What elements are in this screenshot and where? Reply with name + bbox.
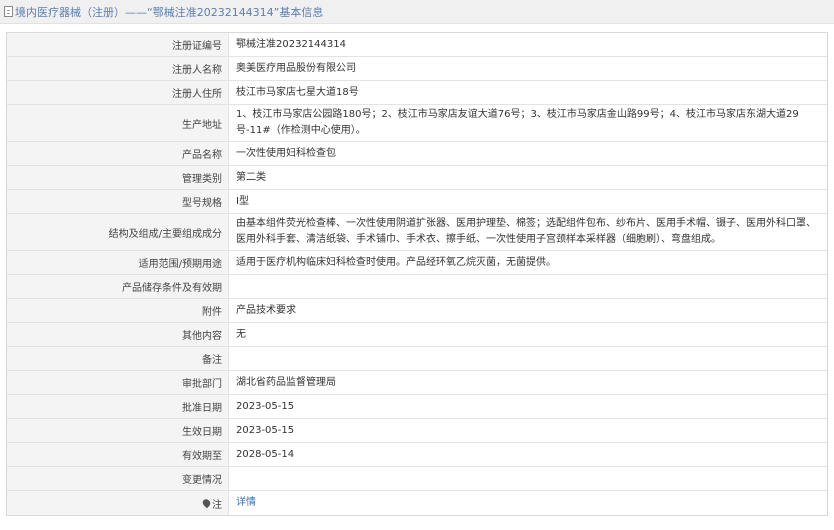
row-value: 由基本组件荧光检查棒、一次性使用阴道扩张器、医用护理垫、棉签；选配组件包布、纱布… (236, 218, 816, 245)
row-value: Ⅰ型 (236, 195, 249, 207)
row-label: 注册证编号 (7, 33, 229, 56)
row-label: 管理类别 (7, 166, 229, 189)
table-row: 注册证编号 鄂械注准20232144314 (7, 33, 827, 57)
row-value: 产品技术要求 (236, 304, 296, 316)
table-row: 其他内容 无 (7, 323, 827, 347)
pin-icon (201, 497, 212, 509)
row-label: 产品储存条件及有效期 (7, 275, 229, 298)
table-row: 注 详情 (7, 491, 827, 515)
row-value: 2023-05-15 (236, 400, 295, 412)
row-value: 奥美医疗用品股份有限公司 (236, 62, 356, 74)
row-label: 注 (7, 491, 229, 515)
row-label: 注册人名称 (7, 57, 229, 80)
table-row: 变更情况 (7, 467, 827, 491)
row-label: 有效期至 (7, 443, 229, 466)
row-value: 适用于医疗机构临床妇科检查时使用。产品经环氧乙烷灭菌，无菌提供。 (236, 256, 556, 268)
table-row: 附件 产品技术要求 (7, 299, 827, 323)
table-row: 备注 (7, 347, 827, 371)
row-label: 适用范围/预期用途 (7, 251, 229, 274)
row-value: 枝江市马家店七星大道18号 (236, 86, 359, 98)
table-row: 审批部门 湖北省药品监督管理局 (7, 371, 827, 395)
row-value: 第二类 (236, 171, 266, 183)
info-table: 注册证编号 鄂械注准20232144314 注册人名称 奥美医疗用品股份有限公司… (6, 32, 828, 516)
table-row: 管理类别 第二类 (7, 166, 827, 190)
row-value: 详情 (229, 491, 827, 515)
table-row: 适用范围/预期用途 适用于医疗机构临床妇科检查时使用。产品经环氧乙烷灭菌，无菌提… (7, 251, 827, 275)
row-label: 生产地址 (7, 105, 229, 141)
row-value (229, 347, 827, 370)
table-row: 注册人名称 奥美医疗用品股份有限公司 (7, 57, 827, 81)
row-label: 批准日期 (7, 395, 229, 418)
row-label: 变更情况 (7, 467, 229, 490)
document-icon (4, 6, 13, 17)
page-title: 境内医疗器械（注册）——“鄂械注准20232144314”基本信息 (15, 5, 324, 19)
row-label: 注册人住所 (7, 81, 229, 104)
table-row: 结构及组成/主要组成成分 由基本组件荧光检查棒、一次性使用阴道扩张器、医用护理垫… (7, 214, 827, 251)
table-row: 生效日期 2023-05-15 (7, 419, 827, 443)
row-label: 生效日期 (7, 419, 229, 442)
row-label: 附件 (7, 299, 229, 322)
row-value: 无 (236, 328, 246, 340)
row-value: 一次性使用妇科检查包 (236, 147, 336, 159)
table-row: 产品名称 一次性使用妇科检查包 (7, 142, 827, 166)
note-label: 注 (212, 499, 222, 511)
row-label: 备注 (7, 347, 229, 370)
table-row: 生产地址 1、枝江市马家店公园路180号；2、枝江市马家店友谊大道76号；3、枝… (7, 105, 827, 142)
row-value (229, 275, 827, 298)
row-label: 审批部门 (7, 371, 229, 394)
row-value: 2028-05-14 (236, 448, 295, 460)
table-row: 产品储存条件及有效期 (7, 275, 827, 299)
details-link[interactable]: 详情 (236, 495, 256, 511)
row-value: 1、枝江市马家店公园路180号；2、枝江市马家店友谊大道76号；3、枝江市马家店… (236, 109, 799, 136)
table-row: 型号规格 Ⅰ型 (7, 190, 827, 214)
table-row: 有效期至 2028-05-14 (7, 443, 827, 467)
table-row: 注册人住所 枝江市马家店七星大道18号 (7, 81, 827, 105)
row-label: 型号规格 (7, 190, 229, 213)
row-value: 2023-05-15 (236, 424, 295, 436)
page-header: 境内医疗器械（注册）——“鄂械注准20232144314”基本信息 (0, 0, 834, 24)
row-label: 产品名称 (7, 142, 229, 165)
row-label: 结构及组成/主要组成成分 (7, 214, 229, 250)
row-value: 湖北省药品监督管理局 (236, 376, 336, 388)
table-row: 批准日期 2023-05-15 (7, 395, 827, 419)
row-label: 其他内容 (7, 323, 229, 346)
row-value: 鄂械注准20232144314 (236, 38, 346, 50)
row-value (229, 467, 827, 490)
